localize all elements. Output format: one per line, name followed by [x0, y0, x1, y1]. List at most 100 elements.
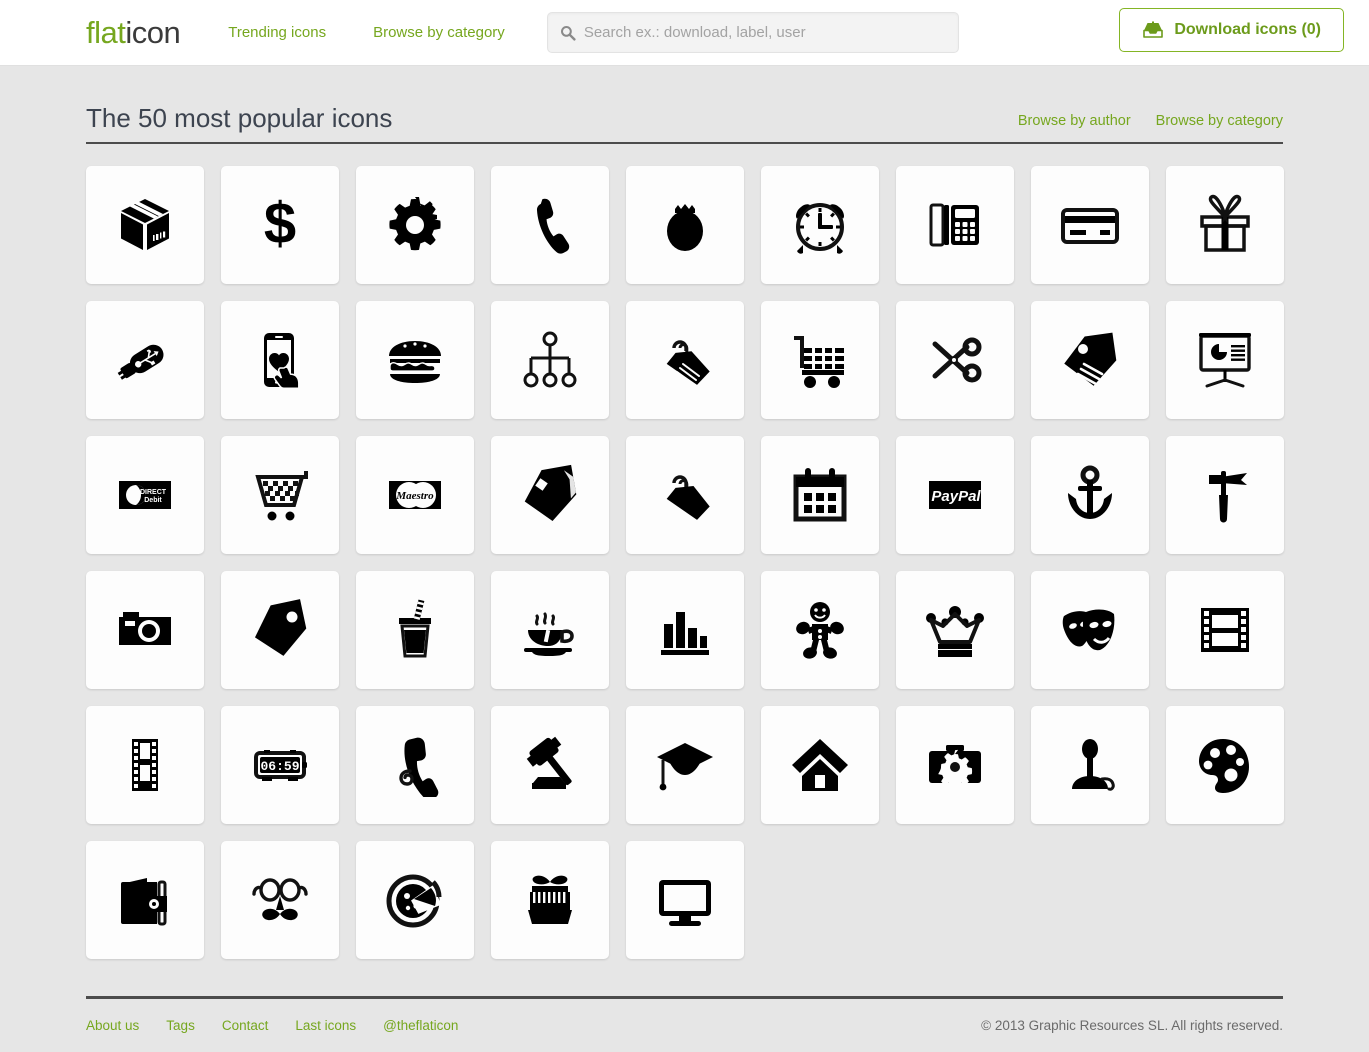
paypal-card-icon: PayPal: [923, 463, 987, 527]
money-bag-icon: [653, 193, 717, 257]
icon-tile[interactable]: [356, 570, 474, 689]
icon-tile[interactable]: [491, 435, 609, 554]
icon-tile[interactable]: [1031, 300, 1149, 419]
icon-tile[interactable]: [221, 840, 339, 959]
icon-tile[interactable]: [356, 300, 474, 419]
icon-tile[interactable]: [896, 165, 1014, 284]
icon-tile[interactable]: [356, 840, 474, 959]
soda-cup-icon: [383, 598, 447, 662]
nav-browse-by-category[interactable]: Browse by category: [373, 24, 505, 41]
logo-text-icon: icon: [125, 15, 181, 50]
calendar-icon: [788, 463, 852, 527]
credit-card-icon: [1058, 193, 1122, 257]
section-links: Browse by author Browse by category: [1018, 113, 1283, 133]
icon-tile[interactable]: [86, 840, 204, 959]
icon-tile[interactable]: [356, 165, 474, 284]
site-header: flaticon Trending icons Browse by catego…: [0, 0, 1369, 66]
icon-tile[interactable]: [491, 570, 609, 689]
icon-tile[interactable]: [761, 570, 879, 689]
icon-tile[interactable]: [86, 165, 204, 284]
section-header: The 50 most popular icons Browse by auth…: [86, 66, 1283, 144]
icon-tile[interactable]: [86, 300, 204, 419]
svg-text:PayPal: PayPal: [931, 488, 981, 505]
icon-tile[interactable]: [356, 705, 474, 824]
icon-tile[interactable]: [491, 705, 609, 824]
direct-debit-card-icon: DIRECT Debit: [113, 463, 177, 527]
presentation-chart-icon: [1193, 328, 1257, 392]
icon-tile[interactable]: [1031, 435, 1149, 554]
nav-trending-icons[interactable]: Trending icons: [228, 24, 326, 41]
icon-tile[interactable]: [761, 435, 879, 554]
icon-tile[interactable]: [626, 300, 744, 419]
icon-tile[interactable]: [221, 570, 339, 689]
icon-tile[interactable]: [761, 165, 879, 284]
price-tag-icon: [518, 463, 582, 527]
paint-palette-icon: [1193, 733, 1257, 797]
footer-link-twitter[interactable]: @theflaticon: [383, 1018, 458, 1033]
icon-tile[interactable]: PayPal: [896, 435, 1014, 554]
icon-tile[interactable]: Maestro: [356, 435, 474, 554]
icon-tile[interactable]: [86, 705, 204, 824]
anchor-icon: [1058, 463, 1122, 527]
icon-tile[interactable]: [1031, 570, 1149, 689]
icon-tile[interactable]: [221, 435, 339, 554]
link-browse-by-author[interactable]: Browse by author: [1018, 113, 1131, 129]
shopping-cart-icon: [788, 328, 852, 392]
footer-link-about-us[interactable]: About us: [86, 1018, 139, 1033]
icon-tile[interactable]: [1166, 435, 1284, 554]
icon-tile[interactable]: [896, 570, 1014, 689]
main-content: The 50 most popular icons Browse by auth…: [0, 66, 1369, 959]
footer-links: About us Tags Contact Last icons @thefla…: [86, 1018, 458, 1033]
icon-tile[interactable]: [491, 840, 609, 959]
icon-tile[interactable]: [221, 300, 339, 419]
footer-link-contact[interactable]: Contact: [222, 1018, 269, 1033]
icon-tile[interactable]: DIRECT Debit: [86, 435, 204, 554]
icon-tile[interactable]: [626, 840, 744, 959]
icon-tile[interactable]: [626, 705, 744, 824]
svg-text:06:59: 06:59: [260, 759, 299, 774]
icon-tile[interactable]: [86, 570, 204, 689]
site-logo[interactable]: flaticon: [86, 15, 181, 50]
icon-tile[interactable]: $: [221, 165, 339, 284]
usb-drive-icon: [113, 328, 177, 392]
search-input[interactable]: [583, 24, 946, 41]
hamburger-icon: [383, 328, 447, 392]
icon-grid: $ DIRECT Debit Maestro PayPal 06:59: [86, 165, 1284, 959]
download-inbox-icon: [1143, 21, 1164, 38]
link-browse-by-category[interactable]: Browse by category: [1156, 113, 1283, 129]
telephone-cord-icon: [383, 733, 447, 797]
icon-tile[interactable]: [491, 300, 609, 419]
footer-link-last-icons[interactable]: Last icons: [295, 1018, 356, 1033]
monitor-icon: [653, 868, 717, 932]
footer-link-tags[interactable]: Tags: [166, 1018, 195, 1033]
tag-dot-icon: [248, 598, 312, 662]
price-tag-lines-icon: [1058, 328, 1122, 392]
icon-tile[interactable]: [626, 570, 744, 689]
home-icon: [788, 733, 852, 797]
icon-tile[interactable]: [626, 165, 744, 284]
icon-tile[interactable]: [1031, 705, 1149, 824]
icon-tile[interactable]: [896, 300, 1014, 419]
desk-phone-icon: [923, 193, 987, 257]
tag-hook-icon: [653, 463, 717, 527]
film-frame-icon: [1193, 598, 1257, 662]
photo-camera-icon: [113, 598, 177, 662]
icon-tile[interactable]: [1166, 165, 1284, 284]
gingerbread-man-icon: [788, 598, 852, 662]
search-box[interactable]: [546, 12, 959, 53]
icon-tile[interactable]: [1031, 165, 1149, 284]
icon-tile[interactable]: [626, 435, 744, 554]
icon-tile[interactable]: [1166, 300, 1284, 419]
icon-tile[interactable]: [1166, 570, 1284, 689]
pizza-icon: [383, 868, 447, 932]
download-icons-label: Download icons (0): [1174, 21, 1321, 38]
icon-tile[interactable]: 06:59: [221, 705, 339, 824]
download-icons-button[interactable]: Download icons (0): [1119, 8, 1344, 52]
coffee-cup-icon: [518, 598, 582, 662]
icon-tile[interactable]: [761, 705, 879, 824]
icon-tile[interactable]: [896, 705, 1014, 824]
dollar-sign-icon: $: [248, 193, 312, 257]
icon-tile[interactable]: [1166, 705, 1284, 824]
icon-tile[interactable]: [491, 165, 609, 284]
icon-tile[interactable]: [761, 300, 879, 419]
